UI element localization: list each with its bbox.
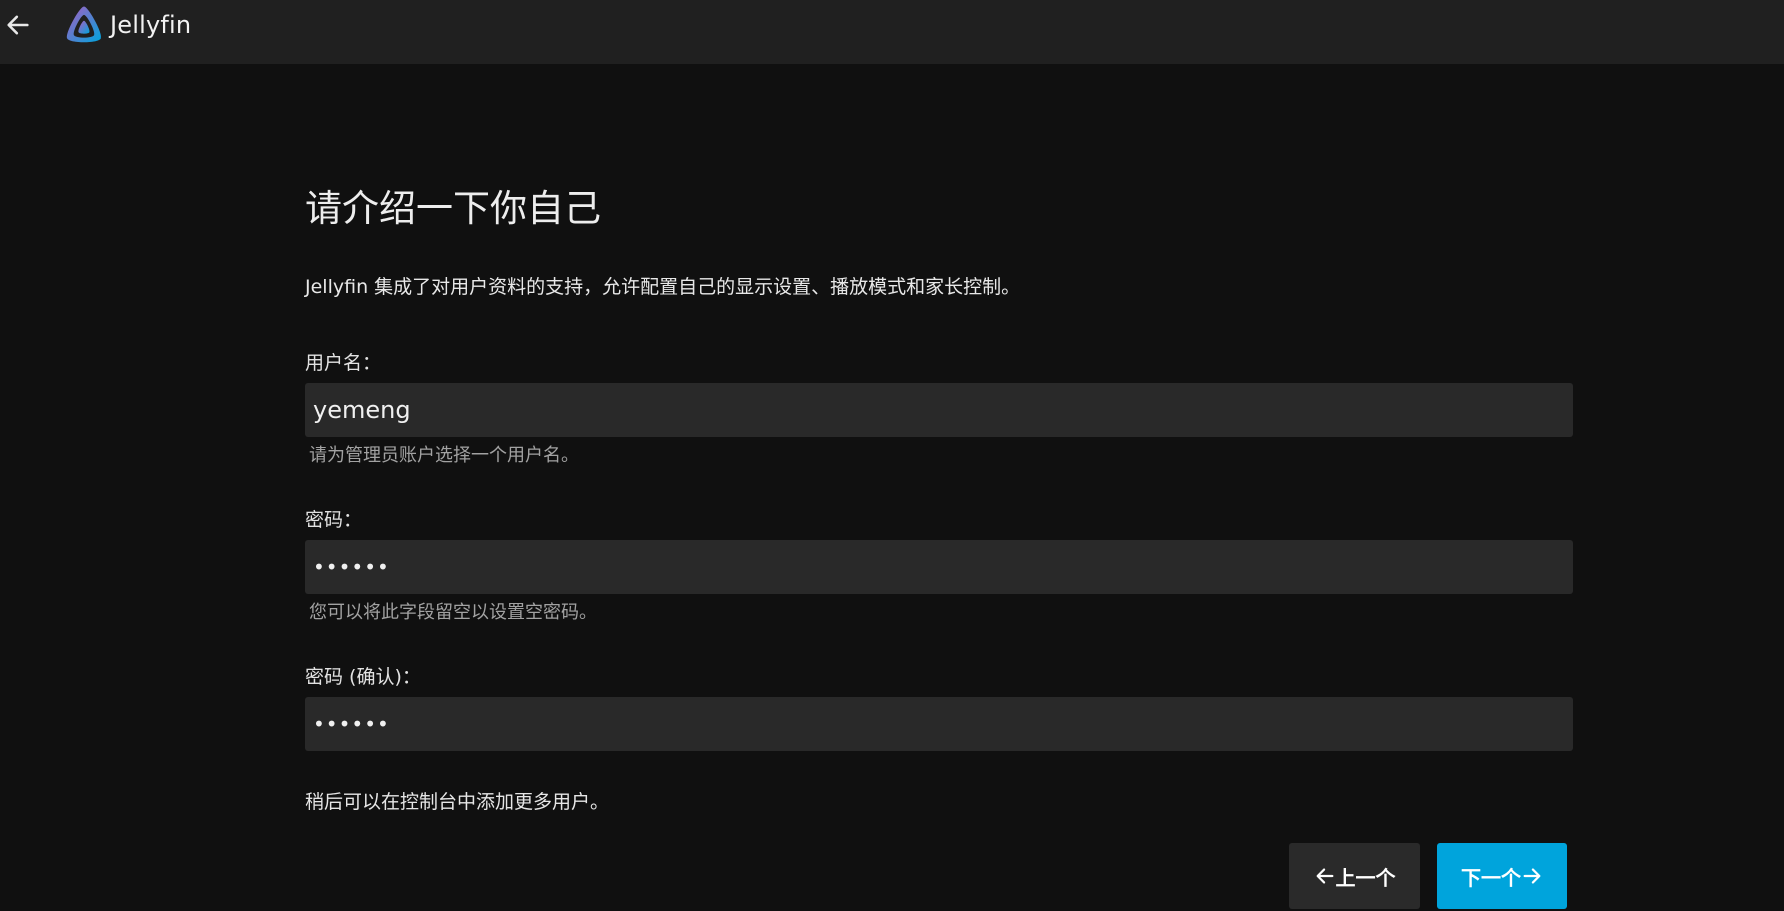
header-bar: Jellyfin bbox=[0, 0, 1784, 64]
back-button[interactable] bbox=[2, 4, 34, 46]
jellyfin-logo[interactable]: Jellyfin bbox=[63, 4, 191, 46]
app-name: Jellyfin bbox=[110, 11, 192, 39]
username-input[interactable] bbox=[305, 383, 1573, 437]
username-help: 请为管理员账户选择一个用户名。 bbox=[309, 445, 579, 466]
password-confirm-input[interactable] bbox=[305, 697, 1573, 751]
page-title: 请介绍一下你自己 bbox=[305, 187, 601, 230]
previous-button-label: 上一个 bbox=[1335, 865, 1396, 890]
arrow-left-icon bbox=[1314, 865, 1336, 887]
previous-button[interactable]: 上一个 bbox=[1289, 843, 1420, 909]
next-button[interactable]: 下一个 bbox=[1437, 843, 1567, 909]
arrow-left-icon bbox=[7, 15, 29, 35]
username-label: 用户名： bbox=[305, 352, 382, 374]
intro-text: Jellyfin 集成了对用户资料的支持，允许配置自己的显示设置、播放模式和家长… bbox=[305, 276, 1021, 298]
password-label: 密码： bbox=[305, 509, 363, 531]
password-input[interactable] bbox=[305, 540, 1573, 594]
footer-note: 稍后可以在控制台中添加更多用户。 bbox=[305, 791, 610, 813]
password-confirm-label: 密码 (确认)： bbox=[305, 666, 421, 688]
next-button-label: 下一个 bbox=[1461, 865, 1521, 890]
jellyfin-logo-icon bbox=[66, 6, 102, 43]
password-help: 您可以将此字段留空以设置空密码。 bbox=[309, 602, 597, 623]
arrow-right-icon bbox=[1521, 865, 1543, 887]
